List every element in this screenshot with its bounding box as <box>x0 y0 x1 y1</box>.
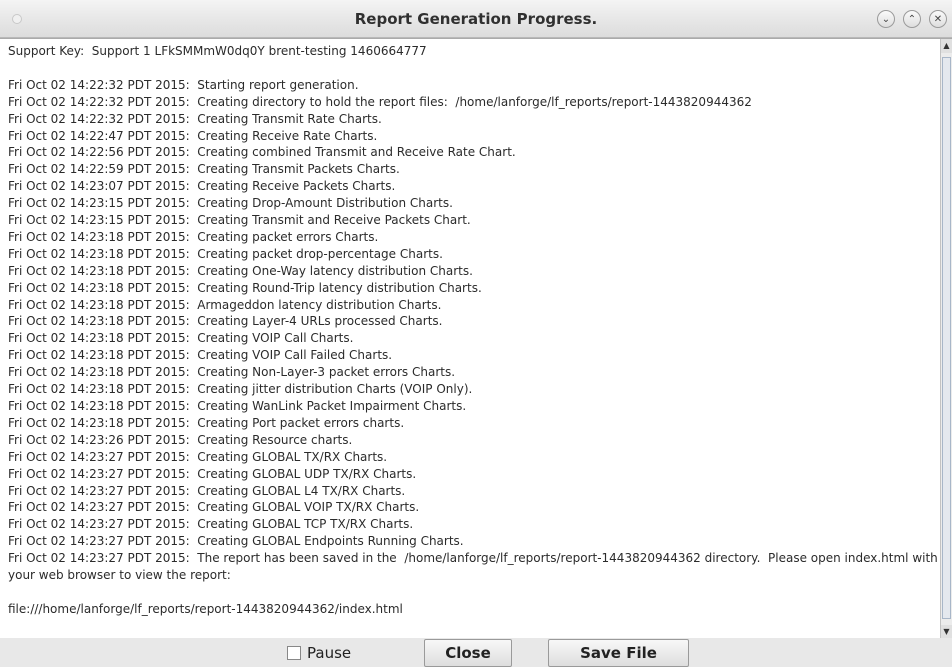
log-line: file:///home/lanforge/lf_reports/report-… <box>8 601 403 616</box>
vertical-scrollbar[interactable]: ▲ ▼ <box>940 39 952 638</box>
log-line: Fri Oct 02 14:22:59 PDT 2015: Creating T… <box>8 162 400 177</box>
log-line: Fri Oct 02 14:22:56 PDT 2015: Creating c… <box>8 145 516 160</box>
log-line: Fri Oct 02 14:22:32 PDT 2015: Starting r… <box>8 77 359 92</box>
minimize-icon[interactable]: ⌄ <box>877 10 895 28</box>
log-line: Fri Oct 02 14:23:15 PDT 2015: Creating T… <box>8 213 471 228</box>
log-line: Fri Oct 02 14:23:18 PDT 2015: Armageddon… <box>8 297 442 312</box>
log-line: Fri Oct 02 14:23:15 PDT 2015: Creating D… <box>8 196 453 211</box>
pause-label: Pause <box>307 644 352 662</box>
log-line: Fri Oct 02 14:23:27 PDT 2015: Creating G… <box>8 449 388 464</box>
log-line: Fri Oct 02 14:23:27 PDT 2015: The report… <box>8 551 938 583</box>
report-log-pane[interactable]: Support Key: Support 1 LFkSMMmW0dq0Y bre… <box>0 38 952 638</box>
window-title: Report Generation Progress. <box>354 10 598 28</box>
report-log-text: Support Key: Support 1 LFkSMMmW0dq0Y bre… <box>8 43 938 618</box>
log-line: Fri Oct 02 14:23:18 PDT 2015: Creating P… <box>8 415 405 430</box>
scroll-up-icon[interactable]: ▲ <box>941 39 952 53</box>
maximize-icon[interactable]: ⌃ <box>903 10 921 28</box>
log-line: Fri Oct 02 14:23:18 PDT 2015: Creating L… <box>8 314 443 329</box>
log-line: Support Key: Support 1 LFkSMMmW0dq0Y bre… <box>8 44 427 58</box>
log-line: Fri Oct 02 14:23:18 PDT 2015: Creating R… <box>8 280 482 295</box>
log-line: Fri Oct 02 14:23:27 PDT 2015: Creating G… <box>8 466 417 481</box>
log-line: Fri Oct 02 14:23:18 PDT 2015: Creating p… <box>8 229 379 244</box>
button-bar: Pause Close Save File <box>0 638 952 667</box>
log-line: Fri Oct 02 14:22:32 PDT 2015: Creating d… <box>8 94 752 109</box>
log-line: Fri Oct 02 14:23:27 PDT 2015: Creating G… <box>8 500 420 515</box>
close-button[interactable]: Close <box>424 639 512 667</box>
log-line: Fri Oct 02 14:23:18 PDT 2015: Creating p… <box>8 246 443 261</box>
log-line: Fri Oct 02 14:23:07 PDT 2015: Creating R… <box>8 179 396 194</box>
log-line: Fri Oct 02 14:23:18 PDT 2015: Creating V… <box>8 331 354 346</box>
log-line: Fri Oct 02 14:23:27 PDT 2015: Creating G… <box>8 517 414 532</box>
pause-checkbox-box[interactable] <box>287 646 301 660</box>
pause-checkbox[interactable]: Pause <box>287 644 351 662</box>
log-line: Fri Oct 02 14:23:18 PDT 2015: Creating j… <box>8 382 473 397</box>
close-icon[interactable]: ✕ <box>929 10 947 28</box>
title-bar: Report Generation Progress. ⌄ ⌃ ✕ <box>0 0 952 38</box>
log-line: Fri Oct 02 14:22:32 PDT 2015: Creating T… <box>8 111 382 126</box>
log-line: Fri Oct 02 14:23:18 PDT 2015: Creating O… <box>8 263 473 278</box>
log-line: Fri Oct 02 14:23:27 PDT 2015: Creating G… <box>8 483 406 498</box>
scroll-down-icon[interactable]: ▼ <box>941 625 952 638</box>
log-line: Fri Oct 02 14:23:26 PDT 2015: Creating R… <box>8 432 353 447</box>
log-line: Fri Oct 02 14:22:47 PDT 2015: Creating R… <box>8 128 378 143</box>
log-line: Fri Oct 02 14:23:18 PDT 2015: Creating N… <box>8 365 456 380</box>
log-line: Fri Oct 02 14:23:18 PDT 2015: Creating W… <box>8 399 467 414</box>
save-file-button[interactable]: Save File <box>548 639 689 667</box>
scroll-thumb[interactable] <box>942 57 951 619</box>
log-line: Fri Oct 02 14:23:27 PDT 2015: Creating G… <box>8 534 464 549</box>
log-line: Fri Oct 02 14:23:18 PDT 2015: Creating V… <box>8 348 393 363</box>
